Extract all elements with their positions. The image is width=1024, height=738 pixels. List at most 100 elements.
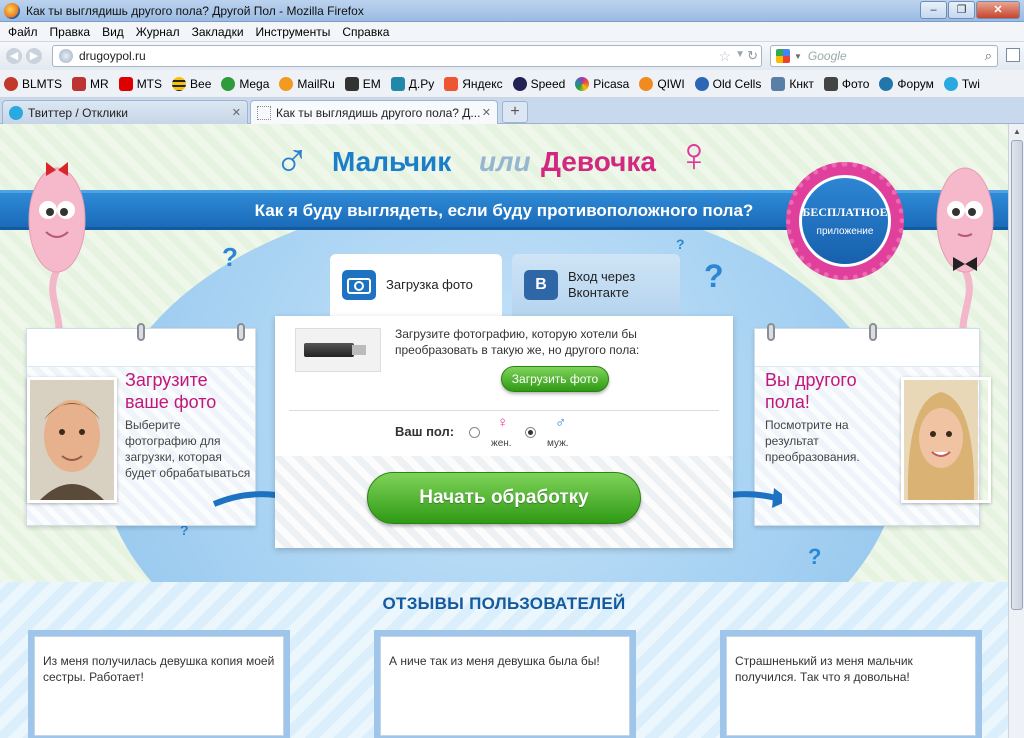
- ladybug-icon: [4, 76, 18, 91]
- tab-twitter[interactable]: Твиттер / Отклики ✕: [2, 100, 248, 124]
- bookmark-mr[interactable]: MR: [72, 76, 109, 91]
- bookmark-qiwi[interactable]: QIWI: [639, 76, 685, 91]
- card-text: Посмотрите на результат преобразования.: [765, 418, 860, 464]
- free-app-badge: БЕСПЛАТНОЕ приложение: [786, 162, 904, 280]
- radio-male[interactable]: [525, 427, 536, 438]
- menu-edit[interactable]: Правка: [44, 25, 97, 39]
- menu-view[interactable]: Вид: [96, 25, 130, 39]
- binder-ring-icon: [237, 323, 245, 341]
- bookmark-mts[interactable]: MTS: [118, 76, 162, 91]
- bookmark-old-cells[interactable]: Old Cells: [694, 76, 761, 91]
- bookmark-label: BLMTS: [22, 76, 63, 91]
- bookmark-label: Яндекс: [462, 76, 503, 91]
- logo-word-or: или: [479, 146, 531, 177]
- firefox-icon: [4, 2, 20, 19]
- tab-label: Загрузка фото: [386, 277, 473, 292]
- bookmark-dru[interactable]: Д.Ру: [390, 76, 434, 91]
- review-card: А ниче так из меня девушка была бы!: [374, 630, 636, 738]
- close-icon[interactable]: ✕: [232, 106, 241, 119]
- logo-word-girl: Девочка: [541, 146, 656, 177]
- minimize-button[interactable]: –: [920, 1, 947, 19]
- review-card: Из меня получилась девушка копия моей се…: [28, 630, 290, 738]
- speed-icon: [512, 76, 527, 91]
- question-mark-icon: ?: [808, 544, 822, 569]
- menu-bookmarks[interactable]: Закладки: [186, 25, 250, 39]
- card-text: Выберите фотографию для загрузки, котора…: [125, 418, 251, 480]
- site-identity-icon[interactable]: [59, 49, 73, 63]
- logo-word-boy: Мальчик: [332, 146, 452, 177]
- tab-vk-login[interactable]: B Вход через Вконтакте: [512, 254, 680, 316]
- page-viewport: ♂ Мальчик или Девочка ♀ Как я буду выгля…: [0, 124, 1008, 738]
- bookmark-em[interactable]: EM: [344, 76, 381, 91]
- bookmark-mailru[interactable]: MailRu: [279, 76, 335, 91]
- address-bar[interactable]: drugoypol.ru ☆ ▼ ↻: [52, 45, 762, 67]
- page-scrollbar[interactable]: ▲: [1008, 124, 1024, 738]
- tab-label: Как ты выглядишь другого пола? Д...: [276, 105, 481, 120]
- tab-photo-upload[interactable]: Загрузка фото: [330, 254, 502, 316]
- bookmark-label: Speed: [530, 76, 566, 91]
- bookmark-twi[interactable]: Twi: [943, 76, 980, 91]
- beeline-icon: [172, 76, 187, 91]
- male-label: муж.: [547, 438, 569, 449]
- em-icon: [344, 76, 359, 91]
- twitter-icon: [9, 105, 23, 120]
- radio-female[interactable]: [469, 427, 480, 438]
- usb-port: [352, 345, 366, 355]
- tab-drugoypol[interactable]: Как ты выглядишь другого пола? Д... ✕: [250, 100, 498, 124]
- scroll-up-icon[interactable]: ▲: [1009, 124, 1024, 140]
- upload-photo-button[interactable]: Загрузить фото: [501, 366, 609, 392]
- tab-label: Твиттер / Отклики: [28, 105, 128, 120]
- site-logo[interactable]: ♂ Мальчик или Девочка ♀: [274, 130, 734, 188]
- bookmark-bee[interactable]: Bee: [172, 76, 211, 91]
- bookmark-blmts[interactable]: BLMTS: [4, 76, 63, 91]
- camera-icon: [342, 270, 376, 300]
- binder-ring-icon: [767, 323, 775, 341]
- reload-icon[interactable]: ↻: [747, 48, 758, 64]
- history-dropdown-icon[interactable]: ▼: [735, 49, 745, 60]
- search-icon[interactable]: ⌕: [985, 48, 992, 64]
- menu-help[interactable]: Справка: [336, 25, 395, 39]
- restore-button[interactable]: ❐: [948, 1, 975, 19]
- megafon-icon: [221, 76, 236, 91]
- upload-instructions: Загрузите фотографию, которую хотели бы …: [395, 327, 640, 357]
- bookmark-speed[interactable]: Speed: [512, 76, 566, 91]
- male-symbol-icon: ♂: [555, 414, 567, 431]
- male-photo: [27, 377, 117, 503]
- search-input[interactable]: Google: [808, 49, 847, 63]
- bookmark-foto[interactable]: Фото: [823, 76, 869, 91]
- close-icon[interactable]: ✕: [482, 106, 491, 119]
- bookmarks-menu-icon[interactable]: [1006, 48, 1020, 62]
- start-processing-button[interactable]: Начать обработку: [367, 472, 641, 524]
- menu-file[interactable]: Файл: [2, 25, 44, 39]
- camera-icon: [823, 76, 838, 91]
- bookmark-star-icon[interactable]: ☆: [718, 48, 731, 65]
- search-box[interactable]: ▼ Google ⌕: [770, 45, 998, 67]
- forum-icon: [879, 76, 894, 91]
- card-header: [755, 329, 979, 367]
- bookmark-yandex[interactable]: Яндекс: [444, 76, 503, 91]
- menu-history[interactable]: Журнал: [130, 25, 186, 39]
- page-icon: [257, 105, 271, 120]
- google-icon[interactable]: [776, 49, 790, 63]
- search-engine-dropdown-icon[interactable]: ▼: [794, 52, 802, 61]
- mts-icon: [118, 76, 133, 91]
- bookmark-picasa[interactable]: Picasa: [575, 76, 629, 91]
- upload-panel: Загрузите фотографию, которую хотели бы …: [275, 316, 733, 548]
- vk-icon: [771, 76, 786, 91]
- menu-tools[interactable]: Инструменты: [250, 25, 337, 39]
- window-controls: – ❐ ✕: [920, 1, 1020, 19]
- female-symbol-icon: ♀: [497, 414, 509, 431]
- close-button[interactable]: ✕: [976, 1, 1020, 19]
- mailru-icon: [279, 76, 294, 91]
- tab-bar: Твиттер / Отклики ✕ Как ты выглядишь дру…: [0, 98, 1024, 124]
- dru-icon: [390, 76, 405, 91]
- back-icon[interactable]: ◀: [6, 48, 22, 64]
- forward-icon[interactable]: ▶: [26, 48, 42, 64]
- bookmark-knkt[interactable]: Кнкт: [771, 76, 814, 91]
- address-url[interactable]: drugoypol.ru: [79, 49, 146, 63]
- new-tab-button[interactable]: +: [502, 101, 528, 123]
- bookmark-mega[interactable]: Mega: [221, 76, 269, 91]
- bookmark-forum[interactable]: Форум: [879, 76, 934, 91]
- scrollbar-thumb[interactable]: [1011, 140, 1023, 610]
- bookmark-label: Форум: [897, 76, 934, 91]
